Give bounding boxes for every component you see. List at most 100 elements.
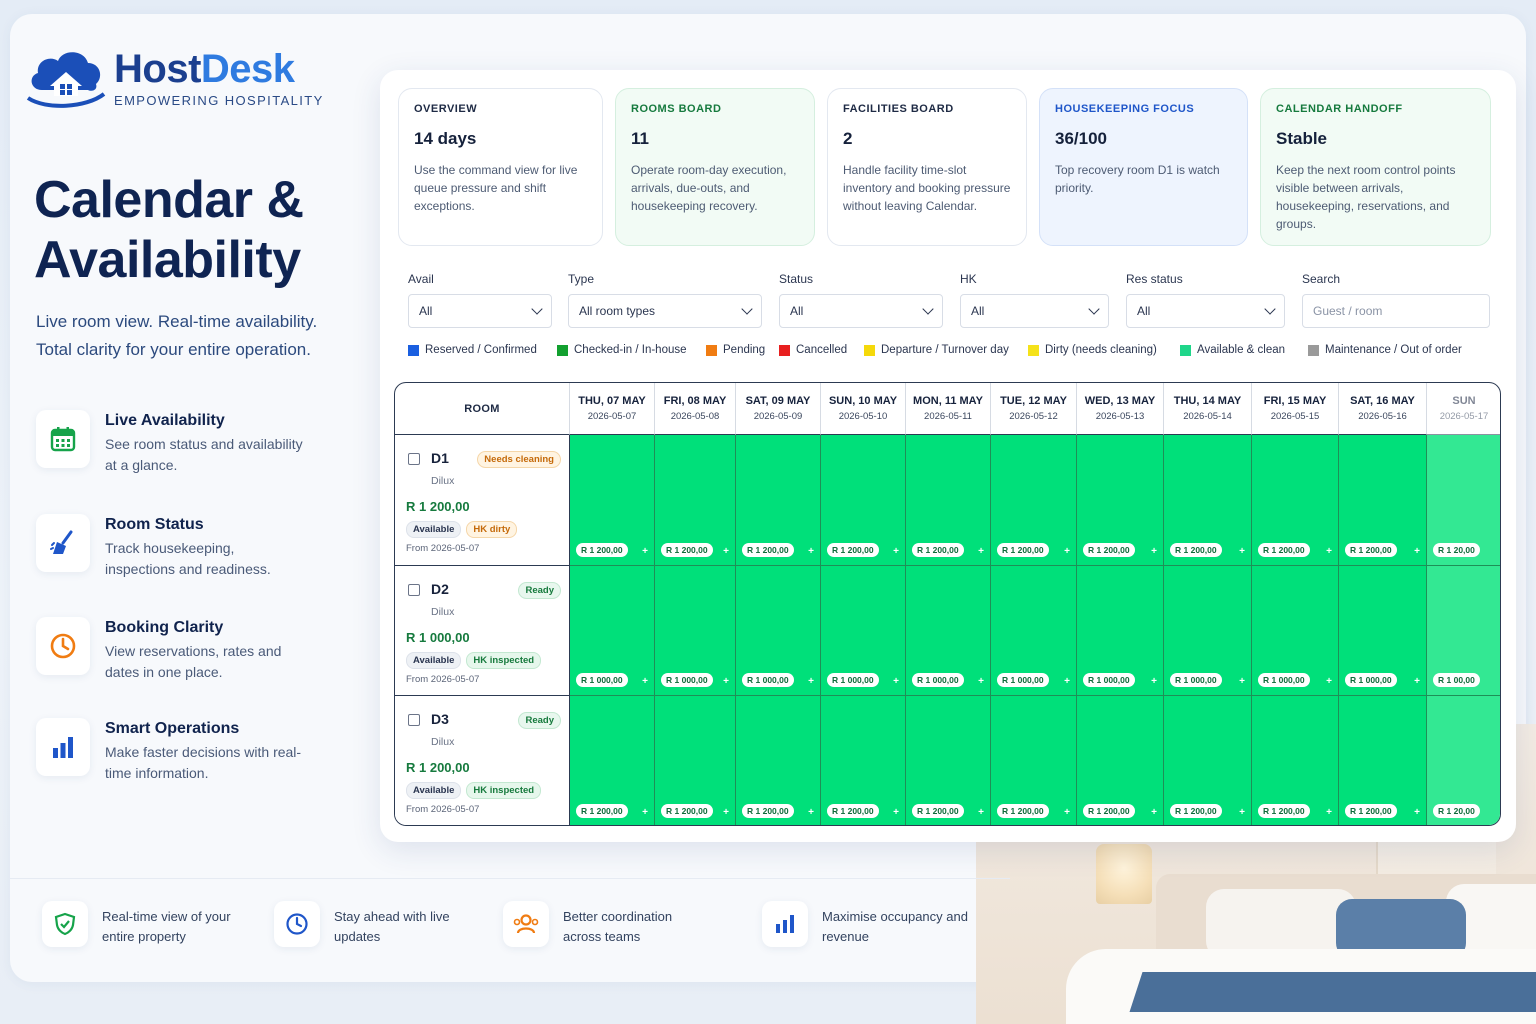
kpi-overview[interactable]: OVERVIEW 14 days Use the command view fo…: [398, 88, 603, 246]
add-booking-icon[interactable]: +: [1151, 546, 1157, 557]
add-booking-icon[interactable]: +: [1326, 676, 1332, 687]
day-cell[interactable]: R 1 200,00 +: [570, 696, 655, 825]
day-cell[interactable]: R 1 200,00 +: [1339, 696, 1427, 825]
rate-pill: R 1 200,00: [1083, 804, 1135, 818]
room-name: D1: [431, 450, 449, 466]
day-cell[interactable]: R 1 200,00 +: [655, 696, 736, 825]
day-cell[interactable]: R 1 200,00 +: [736, 435, 821, 566]
add-booking-icon[interactable]: +: [1151, 676, 1157, 687]
add-booking-icon[interactable]: +: [893, 676, 899, 687]
day-cell[interactable]: R 1 200,00 +: [1077, 435, 1164, 566]
add-booking-icon[interactable]: +: [1064, 546, 1070, 557]
day-cell[interactable]: R 1 00,00: [1427, 566, 1500, 696]
add-booking-icon[interactable]: +: [1151, 807, 1157, 818]
day-cell[interactable]: R 1 000,00 +: [1252, 566, 1339, 696]
legend-item: Maintenance / Out of order: [1308, 344, 1462, 356]
add-booking-icon[interactable]: +: [808, 807, 814, 818]
day-cell[interactable]: R 1 200,00 +: [1077, 696, 1164, 825]
rate-pill: R 1 200,00: [1083, 543, 1135, 557]
hk-select[interactable]: All: [960, 294, 1109, 328]
chevron-down-icon: [1264, 303, 1276, 315]
add-booking-icon[interactable]: +: [1064, 807, 1070, 818]
add-booking-icon[interactable]: +: [1064, 676, 1070, 687]
add-booking-icon[interactable]: +: [723, 546, 729, 557]
day-cell[interactable]: R 1 000,00 +: [821, 566, 906, 696]
room-select-checkbox[interactable]: [408, 714, 420, 726]
add-booking-icon[interactable]: +: [723, 807, 729, 818]
feature-room-status: Room Status Track housekeeping, inspecti…: [36, 514, 356, 584]
day-cell[interactable]: R 1 000,00 +: [570, 566, 655, 696]
add-booking-icon[interactable]: +: [1239, 807, 1245, 818]
hero-title: Calendar & Availability: [34, 171, 304, 289]
day-cell[interactable]: R 1 000,00 +: [991, 566, 1077, 696]
day-cell[interactable]: R 1 000,00 +: [1077, 566, 1164, 696]
day-cell[interactable]: R 1 200,00 +: [1252, 696, 1339, 825]
kpi-housekeeping-focus[interactable]: HOUSEKEEPING FOCUS 36/100 Top recovery r…: [1039, 88, 1248, 246]
day-cell[interactable]: R 1 000,00 +: [736, 566, 821, 696]
date-label: 2026-05-08: [670, 411, 720, 422]
add-booking-icon[interactable]: +: [808, 676, 814, 687]
day-cell[interactable]: R 1 000,00 +: [655, 566, 736, 696]
add-booking-icon[interactable]: +: [978, 807, 984, 818]
team-icon: [503, 901, 549, 947]
add-booking-icon[interactable]: +: [642, 676, 648, 687]
day-cell[interactable]: R 1 200,00 +: [991, 696, 1077, 825]
day-cell[interactable]: R 1 200,00 +: [991, 435, 1077, 566]
room-select-checkbox[interactable]: [408, 584, 420, 596]
day-cell[interactable]: R 1 200,00 +: [570, 435, 655, 566]
day-cell[interactable]: R 1 000,00 +: [1164, 566, 1252, 696]
rate-pill: R 1 000,00: [997, 673, 1049, 687]
day-cell[interactable]: R 1 200,00 +: [655, 435, 736, 566]
kpi-calendar-handoff[interactable]: CALENDAR HANDOFF Stable Keep the next ro…: [1260, 88, 1491, 246]
day-column-header: THU, 14 MAY 2026-05-14: [1164, 383, 1252, 435]
res-status-select[interactable]: All: [1126, 294, 1285, 328]
shield-check-icon: [42, 901, 88, 947]
day-cell[interactable]: R 1 200,00 +: [1339, 435, 1427, 566]
status-select[interactable]: All: [779, 294, 943, 328]
room-column-header: ROOM: [395, 383, 570, 435]
day-cell[interactable]: R 1 20,00: [1427, 696, 1500, 825]
day-cell[interactable]: R 1 000,00 +: [906, 566, 991, 696]
search-input[interactable]: Guest / room: [1302, 294, 1490, 328]
rate-pill: R 1 200,00: [997, 543, 1049, 557]
day-cell[interactable]: R 1 200,00 +: [1164, 435, 1252, 566]
add-booking-icon[interactable]: +: [893, 807, 899, 818]
room-row-d1: D1 Needs cleaning Dilux R 1 200,00 Available…: [395, 435, 570, 566]
rate-pill: R 1 200,00: [827, 543, 879, 557]
kpi-rooms-board[interactable]: ROOMS BOARD 11 Operate room-day executio…: [615, 88, 815, 246]
day-cell[interactable]: R 1 200,00 +: [1164, 696, 1252, 825]
add-booking-icon[interactable]: +: [642, 807, 648, 818]
day-cell[interactable]: R 1 200,00 +: [821, 696, 906, 825]
add-booking-icon[interactable]: +: [642, 546, 648, 557]
add-booking-icon[interactable]: +: [978, 676, 984, 687]
add-booking-icon[interactable]: +: [978, 546, 984, 557]
day-cell[interactable]: R 1 200,00 +: [736, 696, 821, 825]
type-select[interactable]: All room types: [568, 294, 762, 328]
add-booking-icon[interactable]: +: [893, 546, 899, 557]
add-booking-icon[interactable]: +: [1414, 546, 1420, 557]
filter-status: Status All: [779, 272, 943, 328]
add-booking-icon[interactable]: +: [808, 546, 814, 557]
room-select-checkbox[interactable]: [408, 453, 420, 465]
add-booking-icon[interactable]: +: [1239, 546, 1245, 557]
day-column-header: SAT, 16 MAY 2026-05-16: [1339, 383, 1427, 435]
legend-swatch: [1028, 344, 1039, 356]
add-booking-icon[interactable]: +: [1414, 807, 1420, 818]
kpi-facilities-board[interactable]: FACILITIES BOARD 2 Handle facility time-…: [827, 88, 1027, 246]
avail-select[interactable]: All: [408, 294, 552, 328]
add-booking-icon[interactable]: +: [1326, 807, 1332, 818]
day-cell[interactable]: R 1 200,00 +: [906, 435, 991, 566]
day-cell[interactable]: R 1 200,00 +: [906, 696, 991, 825]
rate-pill: R 1 200,00: [742, 543, 794, 557]
rate-pill: R 1 200,00: [661, 543, 713, 557]
day-cell[interactable]: R 1 200,00 +: [821, 435, 906, 566]
add-booking-icon[interactable]: +: [1414, 676, 1420, 687]
day-cell[interactable]: R 1 000,00 +: [1339, 566, 1427, 696]
legend-swatch: [864, 344, 875, 356]
add-booking-icon[interactable]: +: [723, 676, 729, 687]
day-label: TUE, 12 MAY: [1000, 395, 1067, 407]
add-booking-icon[interactable]: +: [1326, 546, 1332, 557]
day-cell[interactable]: R 1 200,00 +: [1252, 435, 1339, 566]
day-cell[interactable]: R 1 20,00: [1427, 435, 1500, 566]
add-booking-icon[interactable]: +: [1239, 676, 1245, 687]
